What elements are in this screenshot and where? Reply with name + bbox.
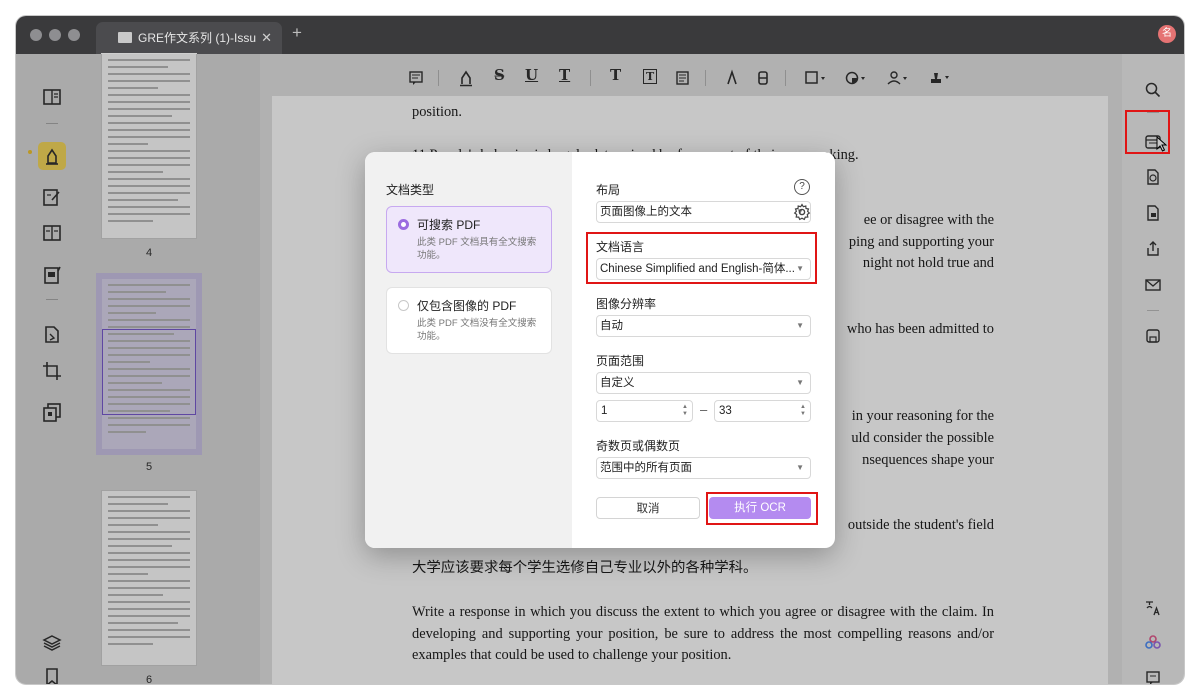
range-to-value: 33	[719, 405, 732, 417]
gear-icon[interactable]	[793, 203, 811, 221]
help-icon[interactable]: ?	[794, 179, 810, 195]
new-tab-button[interactable]: +	[292, 23, 302, 43]
range-from-input[interactable]: 1 ▲ ▼	[596, 400, 693, 422]
image-only-pdf-option[interactable]: 仅包含图像的 PDF 此类 PDF 文档没有全文搜索功能。	[386, 287, 552, 354]
resolution-value: 自动	[600, 320, 623, 332]
stepper-icon[interactable]: ▲ ▼	[800, 404, 806, 418]
resolution-select[interactable]: 自动 ▼	[596, 315, 811, 337]
odd-even-label: 奇数页或偶数页	[596, 439, 681, 453]
option-title: 可搜索 PDF	[417, 218, 481, 232]
searchable-pdf-option[interactable]: 可搜索 PDF 此类 PDF 文档具有全文搜索功能。	[386, 206, 552, 273]
page-range-label: 页面范围	[596, 354, 645, 368]
chevron-down-icon: ▼	[796, 321, 804, 330]
ocr-dialog: 文档类型 可搜索 PDF 此类 PDF 文档具有全文搜索功能。 仅包含图像的 P…	[365, 152, 835, 548]
document-icon	[118, 32, 132, 43]
layout-select[interactable]: 页面图像上的文本 ▼	[596, 201, 811, 223]
layout-label: 布局	[596, 183, 621, 197]
chevron-down-icon: ▼	[796, 378, 804, 387]
document-tab[interactable]: GRE作文系列 (1)-Issu ✕	[96, 22, 282, 54]
layout-value: 页面图像上的文本	[600, 206, 692, 218]
page-range-value: 自定义	[600, 377, 635, 389]
option-description: 此类 PDF 文档没有全文搜索功能。	[417, 318, 537, 342]
odd-even-value: 范围中的所有页面	[600, 462, 692, 474]
page-range-select[interactable]: 自定义 ▼	[596, 372, 811, 394]
language-highlight	[586, 232, 817, 284]
ocr-settings-panel: 布局 ? 页面图像上的文本 ▼ 文档语言 Chinese Simplified …	[572, 152, 835, 548]
range-from-value: 1	[601, 405, 608, 417]
radio-searchable[interactable]	[398, 219, 409, 230]
chevron-down-icon: ▼	[796, 463, 804, 472]
range-to-input[interactable]: 33 ▲ ▼	[714, 400, 811, 422]
option-title: 仅包含图像的 PDF	[417, 299, 517, 313]
tab-title: GRE作文系列 (1)-Issu	[138, 31, 257, 45]
title-bar: GRE作文系列 (1)-Issu ✕ + 名	[16, 16, 1184, 54]
odd-even-select[interactable]: 范围中的所有页面 ▼	[596, 457, 811, 479]
cancel-button[interactable]: 取消	[596, 497, 700, 519]
user-avatar[interactable]: 名	[1158, 25, 1176, 43]
resolution-label: 图像分辨率	[596, 297, 657, 311]
stepper-icon[interactable]: ▲ ▼	[682, 404, 688, 418]
option-description: 此类 PDF 文档具有全文搜索功能。	[417, 237, 537, 261]
zoom-window-button[interactable]	[68, 29, 80, 41]
close-window-button[interactable]	[30, 29, 42, 41]
app-window: GRE作文系列 (1)-Issu ✕ + 名 4 5 6 S̶ U T T T …	[16, 16, 1184, 684]
ocr-icon-highlight	[1125, 110, 1170, 154]
ocr-button-highlight	[706, 492, 818, 525]
doc-type-panel: 文档类型 可搜索 PDF 此类 PDF 文档具有全文搜索功能。 仅包含图像的 P…	[365, 152, 572, 548]
range-separator: –	[700, 402, 708, 417]
minimize-window-button[interactable]	[49, 29, 61, 41]
radio-image-only[interactable]	[398, 300, 409, 311]
doc-type-title: 文档类型	[386, 183, 435, 197]
tab-close-icon[interactable]: ✕	[261, 22, 272, 54]
